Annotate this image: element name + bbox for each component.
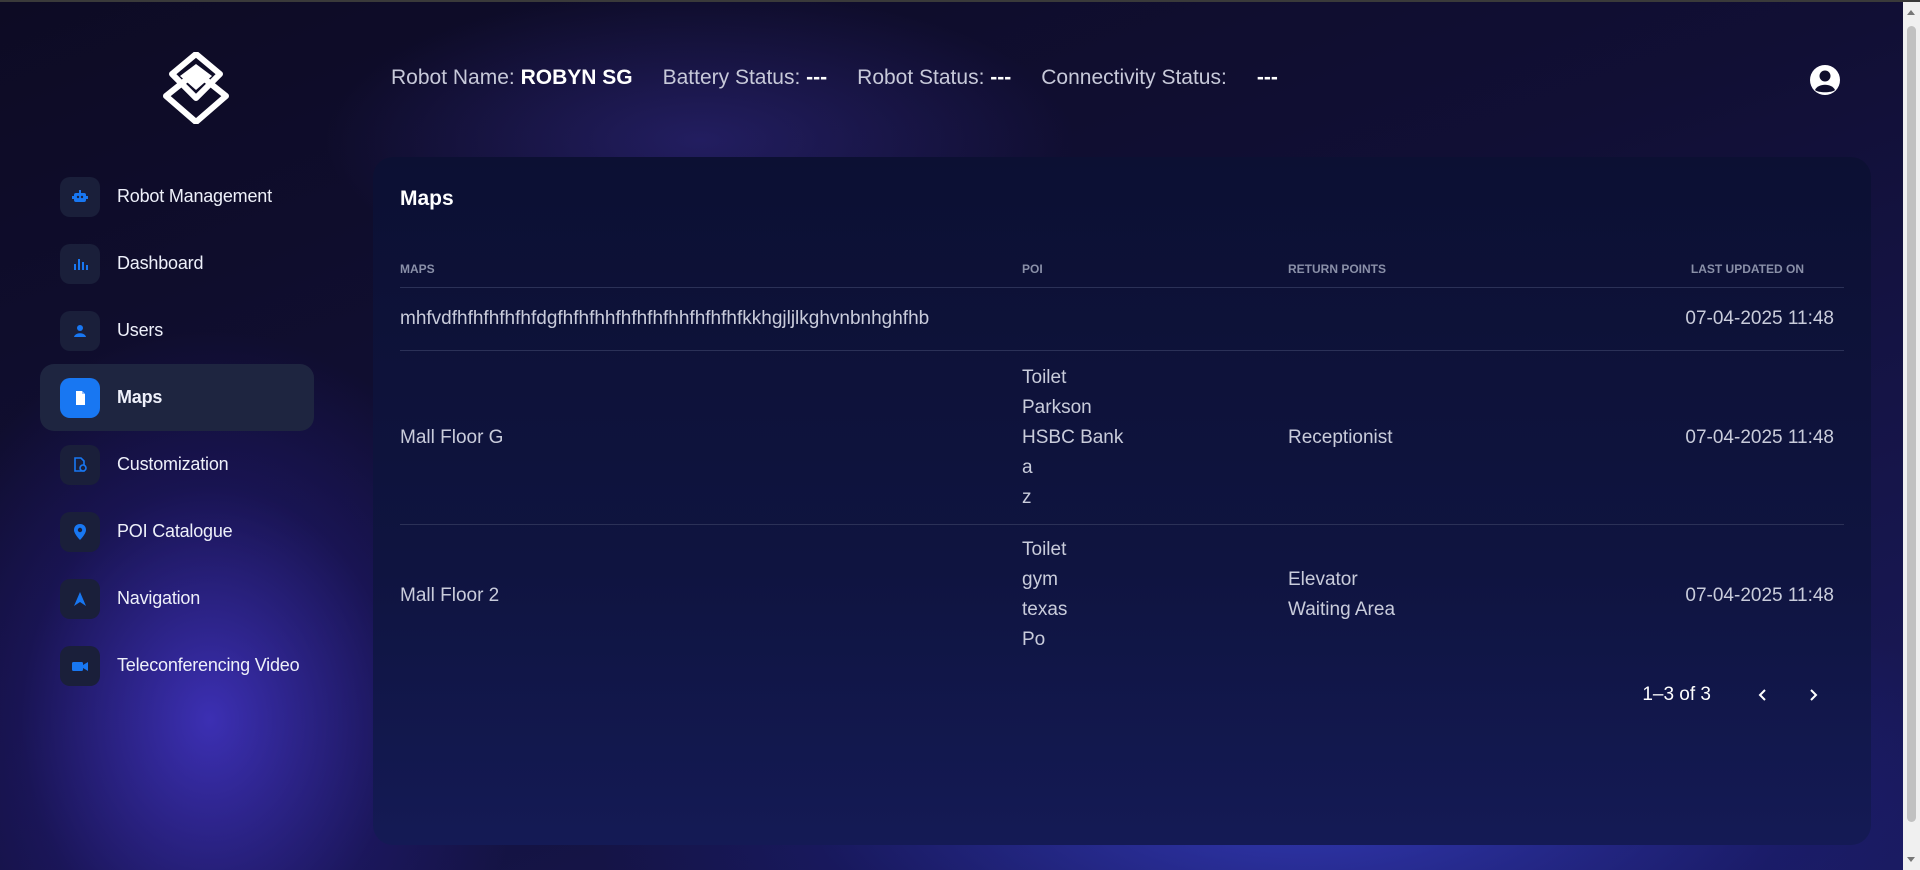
sidebar-item-customization[interactable]: Customization <box>40 431 314 498</box>
battery-status: Battery Status: --- <box>663 66 828 90</box>
sidebar-item-robot-management[interactable]: Robot Management <box>40 163 314 230</box>
column-header-return-points[interactable]: RETURN POINTS <box>1288 262 1588 276</box>
robot-status-label: Robot Status: <box>857 66 985 89</box>
sidebar-item-teleconferencing-video[interactable]: Teleconferencing Video <box>40 632 314 699</box>
poi-item: gym <box>1022 569 1058 590</box>
table-row[interactable]: Mall Floor G Toilet Parkson HSBC Bank a … <box>400 351 1844 525</box>
robot-name-label: Robot Name: <box>391 66 515 89</box>
poi-cell: Toilet gym texas Po <box>1022 535 1288 655</box>
table-header: MAPS POI RETURN POINTS LAST UPDATED ON <box>400 251 1844 288</box>
sidebar-item-label: Dashboard <box>117 253 204 273</box>
pagination: 1–3 of 3 <box>1642 681 1827 709</box>
last-updated-cell: 07-04-2025 11:48 <box>1685 308 1834 329</box>
column-header-maps[interactable]: MAPS <box>400 262 1022 276</box>
return-points-cell: Elevator Waiting Area <box>1288 565 1588 625</box>
robot-name-value: ROBYN SG <box>520 66 633 89</box>
sidebar-item-poi-catalogue[interactable]: POI Catalogue <box>40 498 314 565</box>
poi-item: Toilet <box>1022 366 1067 388</box>
return-point-item: Waiting Area <box>1288 599 1396 620</box>
poi-item: texas <box>1022 599 1068 620</box>
connectivity-status-value: --- <box>1256 66 1278 89</box>
poi-item: Parkson <box>1022 396 1092 418</box>
maps-table: MAPS POI RETURN POINTS LAST UPDATED ON m… <box>400 251 1844 670</box>
sidebar-item-label: Robot Management <box>117 186 272 206</box>
robot-icon <box>60 176 100 217</box>
last-updated-cell: 07-04-2025 11:48 <box>1685 585 1834 606</box>
column-header-poi[interactable]: POI <box>1022 262 1288 276</box>
return-point-item: Elevator <box>1288 569 1358 590</box>
robot-status: Robot Status: --- <box>857 66 1011 90</box>
poi-item: z <box>1022 486 1032 508</box>
connectivity-status-label: Connectivity Status: <box>1041 66 1227 89</box>
sidebar-item-label: Customization <box>117 454 229 474</box>
return-points-cell: Receptionist <box>1288 423 1588 453</box>
table-row[interactable]: Mall Floor 2 Toilet gym texas Po Elevato… <box>400 525 1844 670</box>
sidebar-item-label: Navigation <box>117 588 201 608</box>
chevron-right-icon <box>1810 689 1818 701</box>
next-page-button[interactable] <box>1799 681 1827 709</box>
robot-status-header: Robot Name: ROBYN SG Battery Status: ---… <box>391 66 1308 90</box>
video-camera-icon <box>60 645 100 686</box>
previous-page-button[interactable] <box>1749 681 1777 709</box>
poi-item: Po <box>1022 629 1046 650</box>
scrollbar-thumb[interactable] <box>1907 26 1916 822</box>
poi-item: Toilet <box>1022 539 1067 560</box>
map-name-cell: Mall Floor G <box>400 426 504 448</box>
map-name-cell: Mall Floor 2 <box>400 585 500 606</box>
sidebar-item-users[interactable]: Users <box>40 297 314 364</box>
scroll-down-arrow-icon[interactable] <box>1907 857 1915 862</box>
map-name-cell: mhfvdfhfhfhfhfhfdgfhfhfhhfhfhfhfhhfhfhfh… <box>400 308 930 329</box>
battery-status-label: Battery Status: <box>662 66 801 89</box>
window-top-border <box>0 0 1920 2</box>
sidebar-nav: Robot Management Dashboard Users Maps Cu… <box>40 163 314 699</box>
sidebar-item-label: Maps <box>117 387 163 407</box>
document-icon <box>60 377 100 418</box>
scroll-up-arrow-icon[interactable] <box>1907 10 1915 15</box>
location-pin-icon <box>60 511 100 552</box>
app-logo-icon <box>163 52 229 124</box>
navigation-arrow-icon <box>60 578 100 619</box>
robot-status-value: --- <box>990 66 1012 89</box>
poi-item: HSBC Bank <box>1022 426 1124 448</box>
last-updated-cell: 07-04-2025 11:48 <box>1685 426 1834 448</box>
poi-cell: Toilet Parkson HSBC Bank a z <box>1022 363 1288 513</box>
maps-panel: Maps MAPS POI RETURN POINTS LAST UPDATED… <box>373 157 1871 845</box>
battery-status-value: --- <box>806 66 828 89</box>
poi-item: a <box>1022 456 1033 478</box>
column-header-last-updated[interactable]: LAST UPDATED ON <box>1588 262 1834 276</box>
sidebar-item-label: POI Catalogue <box>117 521 233 541</box>
sidebar-item-maps[interactable]: Maps <box>40 364 314 431</box>
robot-name: Robot Name: ROBYN SG <box>391 66 633 90</box>
sidebar-item-label: Teleconferencing Video <box>117 655 300 675</box>
pagination-range: 1–3 of 3 <box>1642 684 1711 705</box>
customize-icon <box>60 444 100 485</box>
user-icon <box>60 310 100 351</box>
page-scrollbar[interactable] <box>1903 2 1920 870</box>
sidebar-item-navigation[interactable]: Navigation <box>40 565 314 632</box>
connectivity-status: Connectivity Status: --- <box>1041 66 1278 90</box>
sidebar-item-dashboard[interactable]: Dashboard <box>40 230 314 297</box>
chevron-left-icon <box>1758 689 1766 701</box>
table-row[interactable]: mhfvdfhfhfhfhfhfdgfhfhfhhfhfhfhfhhfhfhfh… <box>400 288 1844 351</box>
account-avatar-icon[interactable] <box>1809 64 1841 96</box>
page-title: Maps <box>400 187 454 210</box>
sidebar-item-label: Users <box>117 320 164 340</box>
return-point-item: Receptionist <box>1288 426 1393 448</box>
bar-chart-icon <box>60 243 100 284</box>
